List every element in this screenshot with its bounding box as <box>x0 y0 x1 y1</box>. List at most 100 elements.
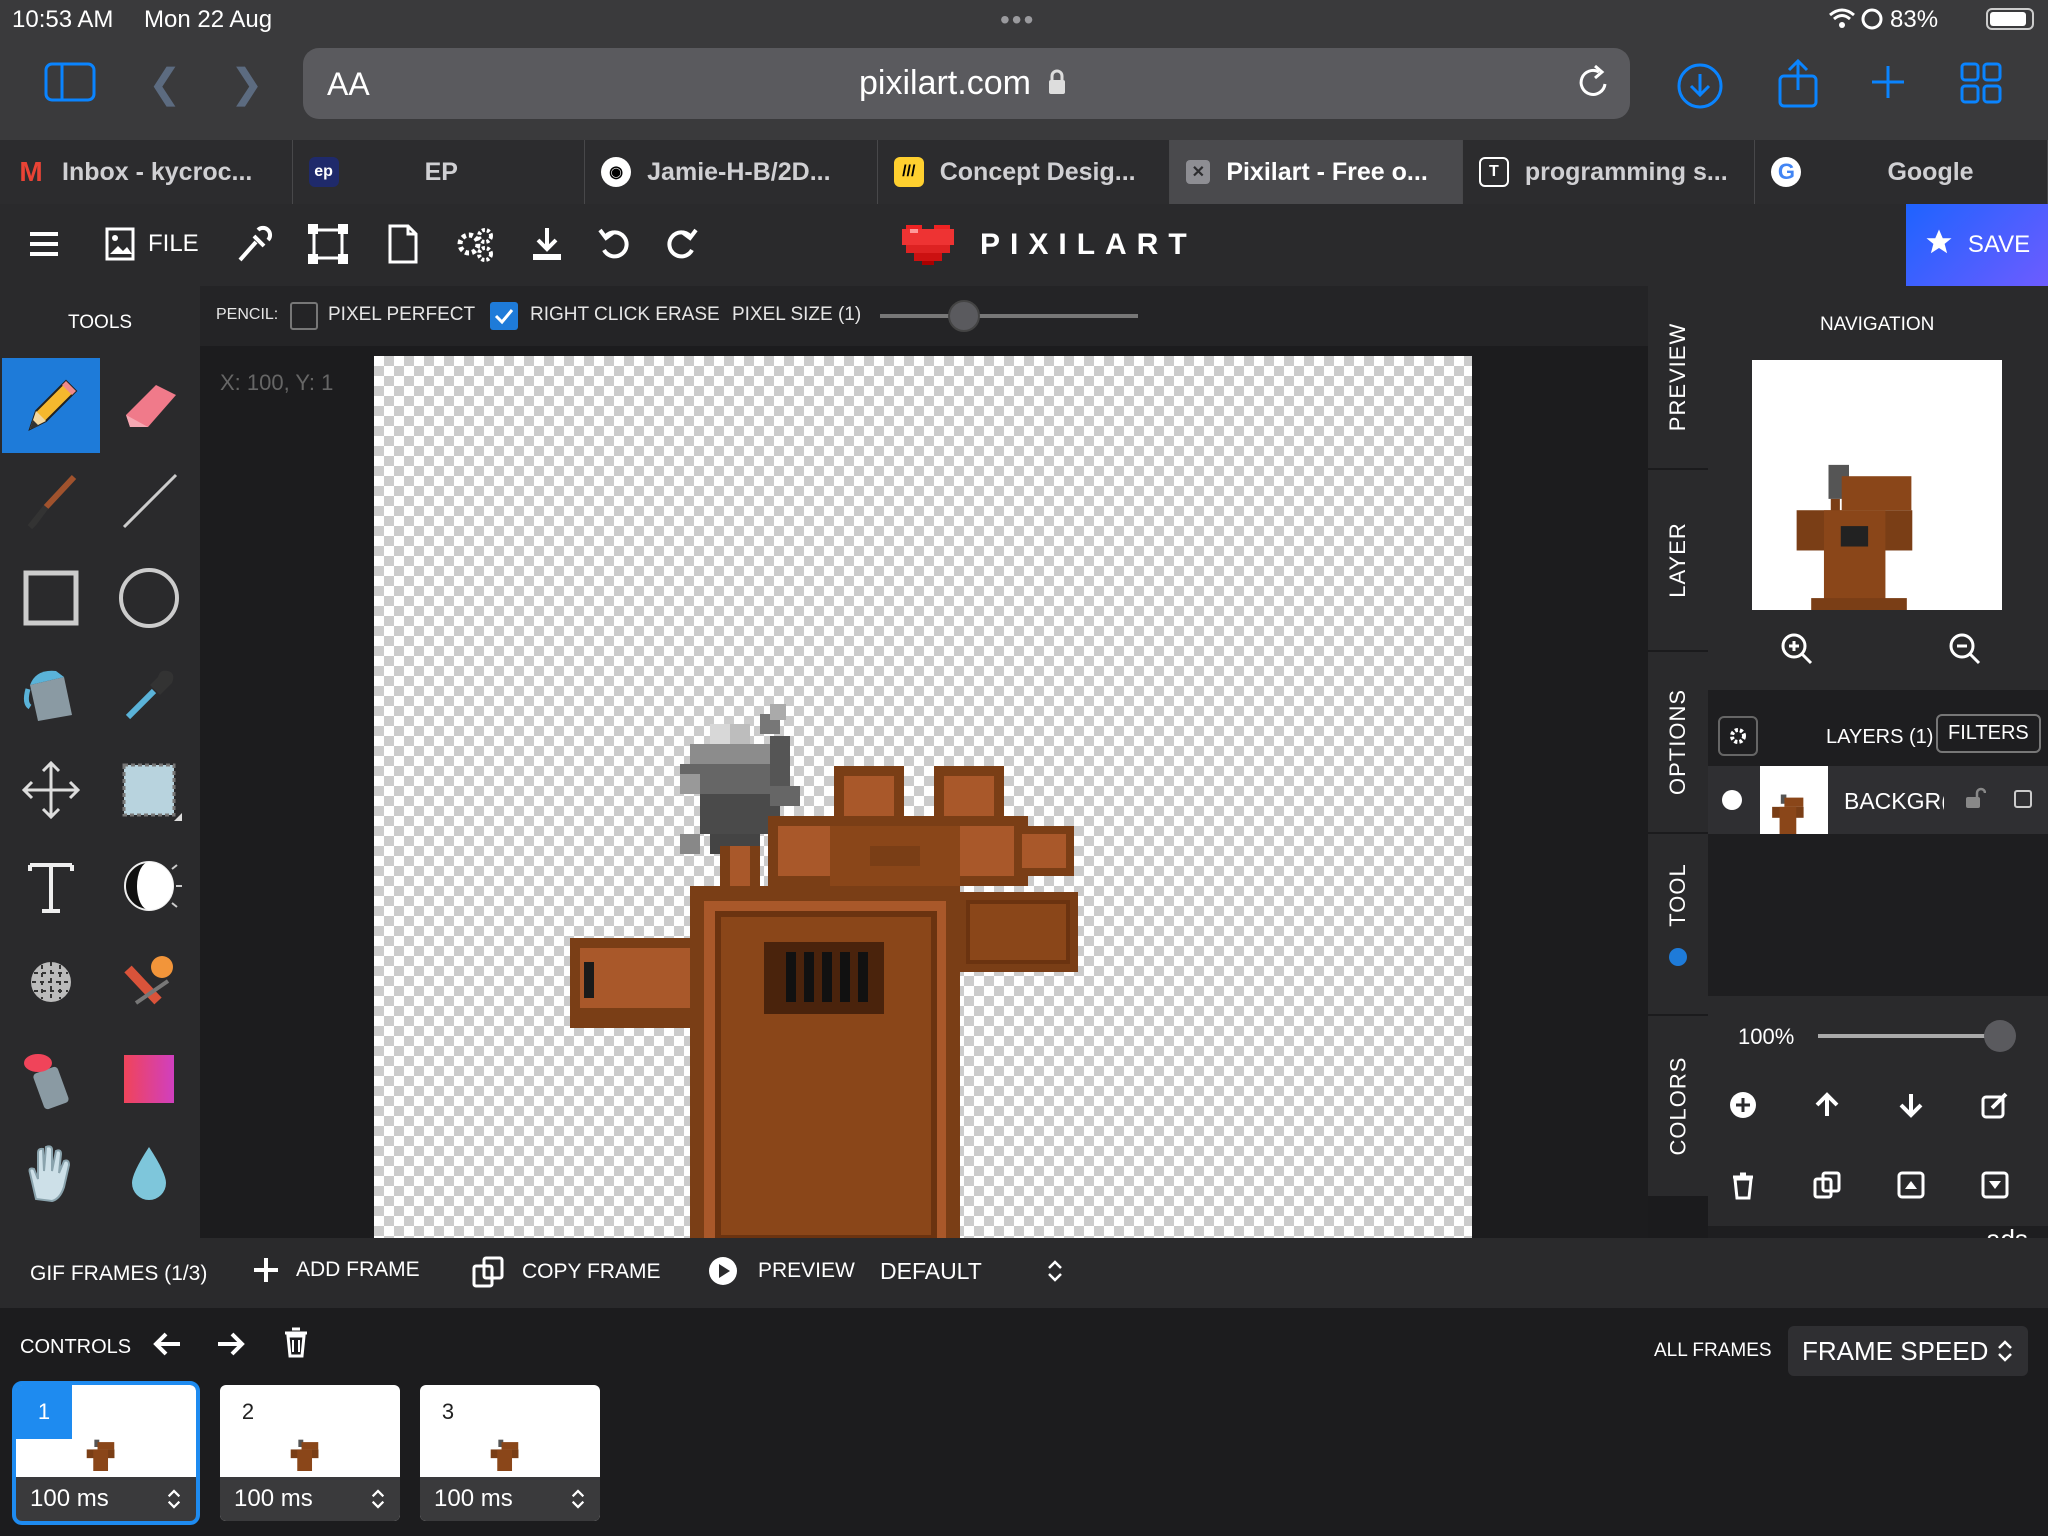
sidebar-toggle-icon[interactable] <box>44 62 96 109</box>
back-icon[interactable]: ❮ <box>148 64 182 104</box>
tab-pixilart[interactable]: ✕ Pixilart - Free o... <box>1170 140 1463 204</box>
add-frame-button[interactable]: ADD FRAME <box>252 1256 420 1284</box>
stamp-icon <box>124 955 173 1005</box>
new-tab-icon[interactable] <box>1868 62 1908 109</box>
pixel-perfect-checkbox[interactable] <box>290 302 318 330</box>
forward-icon[interactable]: ❯ <box>230 64 264 104</box>
checker-pattern-icon <box>31 961 71 1002</box>
layer-controls: 100% <box>1708 996 2048 1226</box>
tab-google[interactable]: G Google <box>1755 140 2048 204</box>
frame-thumb-1[interactable]: 1 100 ms <box>12 1381 200 1525</box>
multitask-dots-icon[interactable]: ••• <box>1000 4 1035 36</box>
tab-ep[interactable]: ep EP <box>293 140 586 204</box>
layer-settings-icon[interactable] <box>1718 716 1758 756</box>
stamp-tool[interactable] <box>100 934 198 1029</box>
gradient-tool[interactable] <box>100 1030 198 1125</box>
delete-frame-icon[interactable] <box>282 1326 310 1364</box>
color-picker-tool[interactable] <box>100 646 198 741</box>
eyedropper-icon[interactable] <box>234 222 274 277</box>
redo-icon[interactable] <box>664 222 700 277</box>
tab-overview-icon[interactable] <box>1960 62 2002 111</box>
text-size-button[interactable]: AA <box>327 66 370 103</box>
move-tool[interactable] <box>2 742 100 837</box>
line-tool[interactable] <box>100 454 198 549</box>
filters-button[interactable]: FILTERS <box>1936 714 2041 753</box>
hand-tool[interactable] <box>2 1126 100 1221</box>
move-layer-up-icon[interactable] <box>1812 1090 1842 1125</box>
tab-colors[interactable]: COLORS <box>1648 1016 1708 1198</box>
pixel-size-slider-thumb[interactable] <box>948 300 980 332</box>
undo-icon[interactable] <box>596 222 632 277</box>
preview-animation-button[interactable]: PREVIEW <box>708 1256 855 1286</box>
merge-up-icon[interactable] <box>1896 1170 1926 1205</box>
tab-options[interactable]: OPTIONS <box>1648 652 1708 834</box>
tab-layer[interactable]: LAYER <box>1648 470 1708 652</box>
pencil-tool[interactable] <box>2 358 100 453</box>
layer-name[interactable]: BACKGR( <box>1844 788 1944 815</box>
preview-mode-select[interactable]: DEFAULT <box>880 1258 1070 1285</box>
share-icon[interactable] <box>1776 58 1820 117</box>
frame-thumb-2[interactable]: 2 100 ms <box>220 1385 400 1521</box>
download-icon[interactable] <box>530 222 564 277</box>
navigation-title: NAVIGATION <box>1820 314 1935 335</box>
plus-icon <box>254 1258 278 1282</box>
ellipse-tool[interactable] <box>100 550 198 645</box>
cursor-coordinates: X: 100, Y: 1 <box>220 370 334 395</box>
tab-preview[interactable]: PREVIEW <box>1648 286 1708 470</box>
delete-layer-icon[interactable] <box>1728 1170 1758 1205</box>
save-button[interactable]: SAVE <box>1906 204 2048 286</box>
frame-speed-field[interactable]: 100 ms <box>220 1477 400 1521</box>
layer-row[interactable]: BACKGR( <box>1708 766 2048 834</box>
browser-chrome: 10:53 AM Mon 22 Aug ••• 83% ❮ ❯ AA pixil… <box>0 0 2048 140</box>
settings-gears-icon[interactable] <box>454 222 494 277</box>
edit-layer-icon[interactable] <box>1980 1090 2010 1125</box>
close-icon[interactable]: ✕ <box>1186 160 1211 184</box>
spray-tool[interactable] <box>2 1030 100 1125</box>
zoom-in-icon[interactable] <box>1780 632 1814 671</box>
new-file-icon[interactable] <box>386 222 420 277</box>
pattern-tool[interactable] <box>2 934 100 1029</box>
previous-frame-icon[interactable] <box>152 1328 184 1366</box>
opacity-slider-thumb[interactable] <box>1984 1020 2016 1052</box>
dither-tool[interactable] <box>100 838 198 933</box>
move-layer-down-icon[interactable] <box>1896 1090 1926 1125</box>
next-frame-icon[interactable] <box>214 1328 246 1366</box>
right-click-erase-checkbox[interactable] <box>490 302 518 330</box>
reload-icon[interactable] <box>1575 62 1611 107</box>
file-menu-button[interactable]: FILE <box>104 222 199 266</box>
tab-programming[interactable]: Tprogramming s... <box>1463 140 1756 204</box>
frame-speed-field[interactable]: 100 ms <box>16 1477 196 1521</box>
navigation-thumbnail[interactable] <box>1752 360 2002 610</box>
copy-frame-button[interactable]: COPY FRAME <box>472 1256 660 1288</box>
tab-tool[interactable]: TOOL <box>1648 834 1708 1016</box>
opacity-slider-track[interactable] <box>1818 1034 1988 1038</box>
tab-github[interactable]: ◉ Jamie-H-B/2D... <box>585 140 878 204</box>
resize-canvas-icon[interactable] <box>306 222 350 277</box>
frame-number: 3 <box>441 1399 455 1424</box>
layer-visibility-icon[interactable] <box>1722 790 1742 810</box>
rectangle-tool[interactable] <box>2 550 100 645</box>
frame-speed-select[interactable]: FRAME SPEED <box>1788 1326 2028 1376</box>
brush-tool[interactable] <box>2 454 100 549</box>
add-layer-icon[interactable] <box>1728 1090 1758 1125</box>
tab-gmail[interactable]: M Inbox - kycroc... <box>0 140 293 204</box>
drawing-canvas[interactable] <box>374 356 1472 1238</box>
url-text[interactable]: pixilart.com <box>859 64 1031 103</box>
frame-thumb-3[interactable]: 3 100 ms <box>420 1385 600 1521</box>
zoom-out-icon[interactable] <box>1948 632 1982 671</box>
blur-tool[interactable] <box>100 1126 198 1221</box>
tab-concept-design[interactable]: ///Concept Desig... <box>878 140 1171 204</box>
fill-tool[interactable] <box>2 646 100 741</box>
menu-icon[interactable] <box>28 222 60 277</box>
layer-select-checkbox[interactable] <box>2014 790 2032 808</box>
duplicate-layer-icon[interactable] <box>1812 1170 1842 1205</box>
unlock-icon[interactable] <box>1962 786 1987 815</box>
eraser-tool[interactable] <box>100 358 198 453</box>
address-bar[interactable]: AA pixilart.com <box>303 48 1630 119</box>
frame-speed-field[interactable]: 100 ms <box>420 1477 600 1521</box>
pixel-size-slider-track[interactable] <box>880 314 1138 318</box>
select-tool[interactable] <box>100 742 198 837</box>
downloads-icon[interactable] <box>1676 62 1724 117</box>
merge-down-icon[interactable] <box>1980 1170 2010 1205</box>
text-tool[interactable] <box>2 838 100 933</box>
